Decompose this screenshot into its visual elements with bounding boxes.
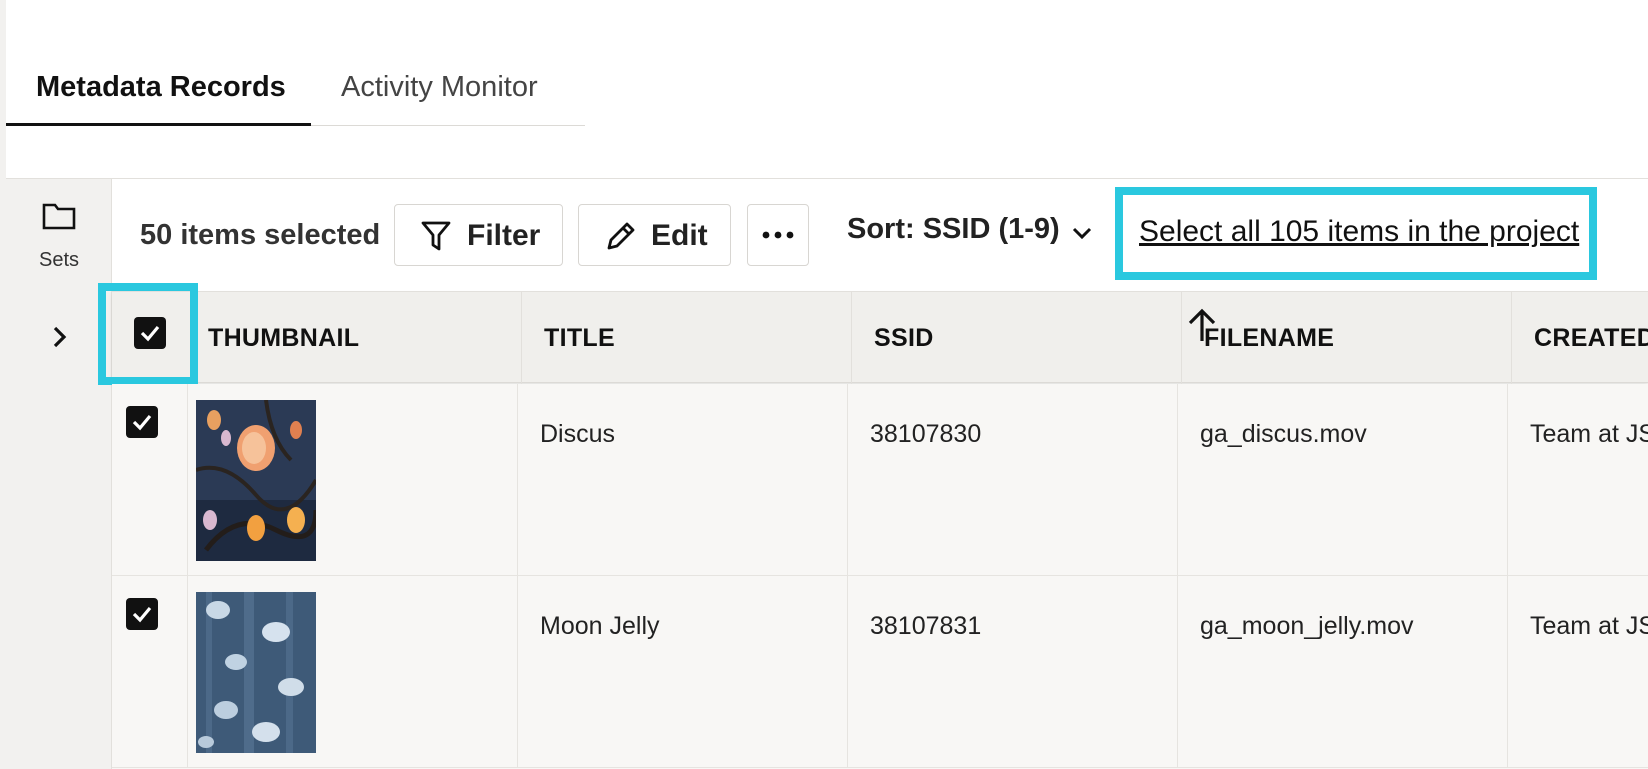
- table-row[interactable]: Discus 38107830 ga_discus.mov Team at JS…: [112, 384, 1648, 576]
- record-filename: ga_moon_jelly.mov: [1200, 612, 1414, 640]
- row-checkbox[interactable]: [126, 406, 158, 438]
- record-title: Discus: [540, 420, 616, 448]
- column-label: SSID: [874, 324, 934, 352]
- row-select-cell: [112, 576, 188, 768]
- filename-cell: ga_discus.mov: [1178, 384, 1508, 576]
- filter-icon: [421, 221, 451, 251]
- selection-count: 50 items selected: [140, 219, 381, 251]
- thumbnail-cell: [188, 576, 518, 768]
- chevron-down-icon[interactable]: [1070, 221, 1094, 245]
- select-all-link[interactable]: Select all 105 items in the project: [1139, 215, 1579, 249]
- more-horizontal-icon: [762, 231, 794, 239]
- metadata-page: Metadata Records Activity Monitor Sets 5…: [0, 0, 1648, 769]
- select-all-checkbox-highlight: [98, 283, 198, 385]
- toolbar: 50 items selected Filter Edit Sort: SSID…: [112, 179, 1648, 291]
- column-label: TITLE: [544, 324, 615, 352]
- record-created: Team at JST: [1530, 420, 1648, 448]
- title-cell: Moon Jelly: [518, 576, 848, 768]
- column-label: THUMBNAIL: [208, 324, 360, 352]
- column-header-filename[interactable]: FILENAME: [1182, 292, 1512, 384]
- checkmark-icon: [132, 414, 152, 431]
- records-panel: 50 items selected Filter Edit Sort: SSID…: [98, 178, 1648, 769]
- column-header-thumbnail[interactable]: THUMBNAIL: [192, 292, 522, 384]
- thumbnail-cell: [188, 384, 518, 576]
- filename-cell: ga_moon_jelly.mov: [1178, 576, 1508, 768]
- sort-dropdown[interactable]: Sort: SSID (1-9): [847, 213, 1060, 246]
- column-label: FILENAME: [1204, 324, 1335, 352]
- folder-icon[interactable]: [42, 201, 76, 231]
- thumbnail-image[interactable]: [196, 400, 316, 561]
- checkmark-icon: [132, 606, 152, 623]
- created-cell: Team at JST: [1508, 576, 1648, 768]
- edit-label: Edit: [651, 219, 708, 252]
- edit-button[interactable]: Edit: [578, 204, 731, 266]
- row-select-cell: [112, 384, 188, 576]
- filter-label: Filter: [467, 219, 541, 252]
- chevron-right-icon[interactable]: [50, 323, 70, 351]
- record-created: Team at JST: [1530, 612, 1648, 640]
- column-header-ssid[interactable]: SSID: [852, 292, 1182, 384]
- record-filename: ga_discus.mov: [1200, 420, 1367, 448]
- record-ssid: 38107831: [870, 612, 982, 640]
- column-header-title[interactable]: TITLE: [522, 292, 852, 384]
- column-header-created[interactable]: CREATED: [1512, 292, 1648, 384]
- tab-activity-monitor[interactable]: Activity Monitor: [341, 62, 538, 126]
- table-header: THUMBNAIL TITLE SSID FILENAME CREATED: [112, 291, 1648, 384]
- tab-bar: Metadata Records Activity Monitor: [6, 62, 585, 126]
- row-checkbox[interactable]: [126, 598, 158, 630]
- sets-label: Sets: [38, 249, 80, 271]
- filter-button[interactable]: Filter: [394, 204, 563, 266]
- ssid-cell: 38107830: [848, 384, 1178, 576]
- record-ssid: 38107830: [870, 420, 982, 448]
- record-title: Moon Jelly: [540, 612, 660, 640]
- more-options-button[interactable]: [747, 204, 809, 266]
- pencil-icon: [607, 222, 635, 250]
- sets-rail: Sets: [6, 178, 112, 769]
- arrow-up-icon[interactable]: [1187, 307, 1217, 345]
- table-row[interactable]: Moon Jelly 38107831 ga_moon_jelly.mov Te…: [112, 576, 1648, 768]
- created-cell: Team at JST: [1508, 384, 1648, 576]
- select-all-highlight: Select all 105 items in the project: [1115, 187, 1597, 280]
- title-cell: Discus: [518, 384, 848, 576]
- ssid-cell: 38107831: [848, 576, 1178, 768]
- column-label: CREATED: [1534, 324, 1648, 352]
- tab-metadata-records[interactable]: Metadata Records: [6, 62, 311, 126]
- thumbnail-image[interactable]: [196, 592, 316, 753]
